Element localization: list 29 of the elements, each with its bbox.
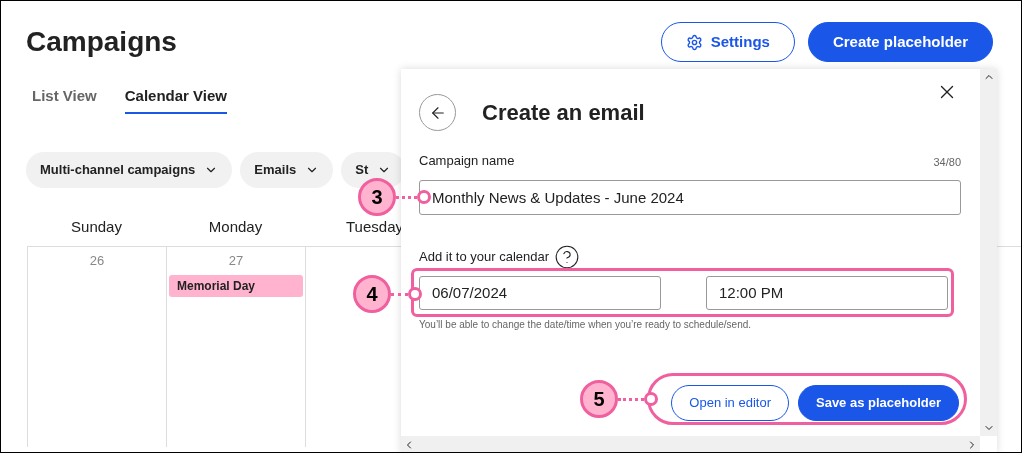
- settings-button[interactable]: Settings: [660, 22, 795, 62]
- character-counter: 34/80: [933, 155, 961, 170]
- time-field[interactable]: 12:00 PM: [706, 275, 948, 310]
- page-title: Campaigns: [26, 25, 177, 59]
- day-number: 27: [227, 252, 245, 270]
- vertical-scrollbar[interactable]: [980, 69, 997, 436]
- calendar-event[interactable]: Memorial Day: [169, 274, 303, 297]
- horizontal-scrollbar[interactable]: [401, 436, 980, 452]
- field-label: Campaign name: [419, 152, 515, 170]
- weekday-header: Monday: [207, 216, 264, 237]
- callout-badge: 4: [353, 275, 391, 313]
- settings-icon: [685, 33, 703, 51]
- campaign-name-field[interactable]: Monthly News & Updates - June 2024: [419, 179, 961, 215]
- field-label: Add it to your calendar: [419, 247, 550, 266]
- callout-badge: 3: [358, 178, 396, 216]
- filter-dropdown[interactable]: Multi-channel campaigns: [26, 151, 233, 188]
- hint-text: You’ll be able to change the date/time when you’re ready to schedule/send.: [419, 317, 753, 332]
- weekday-header: Tuesday: [345, 216, 404, 237]
- weekday-header: Sunday: [70, 216, 123, 237]
- view-tab[interactable]: List View: [32, 85, 97, 114]
- view-tab[interactable]: Calendar View: [124, 85, 228, 114]
- help-icon: [554, 243, 581, 270]
- open-editor-button[interactable]: Open in editor: [671, 384, 789, 421]
- save-button[interactable]: Save as placeholder: [798, 384, 959, 421]
- date-field[interactable]: 06/07/2024: [419, 275, 661, 310]
- dialog-title: Create an email: [482, 99, 645, 127]
- create-button[interactable]: Create placeholder: [807, 22, 993, 62]
- day-number: 26: [88, 252, 106, 270]
- filter-dropdown[interactable]: Emails: [240, 151, 334, 188]
